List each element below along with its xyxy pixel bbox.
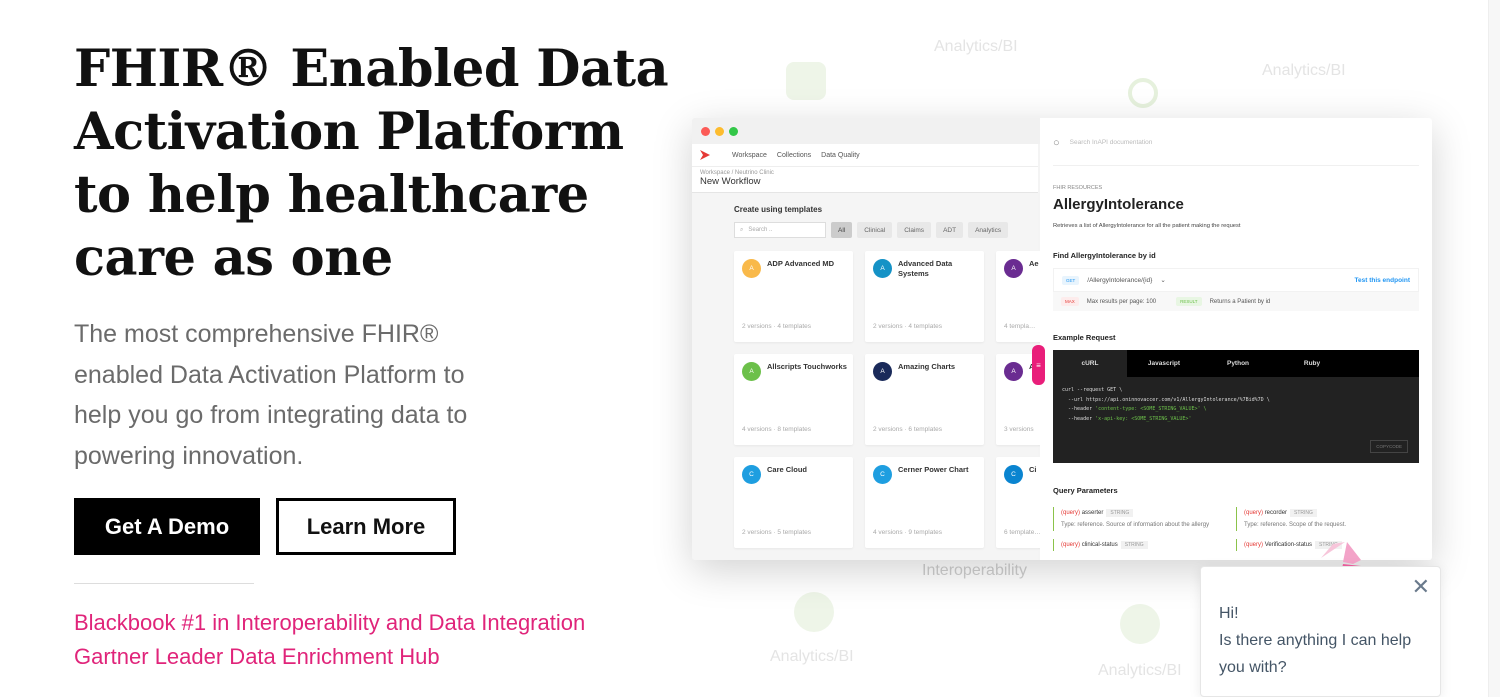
card-meta: 4 templa… <box>1004 323 1036 330</box>
template-card[interactable]: A ADP Advanced MD 2 versions · 4 templates <box>734 251 853 342</box>
chat-widget[interactable]: ✕ Hi! Is there anything I can help you wi… <box>1200 566 1441 697</box>
hero-subtitle: The most comprehensive FHIR® enabled Dat… <box>74 320 468 470</box>
filter-clinical[interactable]: Clinical <box>857 222 893 238</box>
hero: FHIR® Enabled Data Activation Platform t… <box>74 38 674 674</box>
result-text: Returns a Patient by id <box>1209 298 1271 305</box>
card-name: Allscripts Touchworks <box>767 362 847 371</box>
nav-data-quality[interactable]: Data Quality <box>821 152 860 159</box>
card-name: ADP Advanced MD <box>767 259 835 268</box>
tab-javascript[interactable]: Javascript <box>1127 350 1201 377</box>
close-icon[interactable]: ✕ <box>1412 576 1430 598</box>
card-meta: 4 versions · 9 templates <box>873 529 943 536</box>
filter-all[interactable]: All <box>831 222 853 238</box>
copy-code-button[interactable]: COPYCODE <box>1370 440 1408 453</box>
card-meta: 4 versions · 8 templates <box>742 426 812 433</box>
card-meta: 2 versions · 5 templates <box>742 529 812 536</box>
chevron-down-icon[interactable]: ⌄ <box>1160 276 1165 284</box>
filter-claims[interactable]: Claims <box>897 222 932 238</box>
endpoint-row[interactable]: GET /AllergyIntolerance/{id} ⌄ Test this … <box>1053 268 1419 292</box>
bg-icon <box>786 62 826 100</box>
minimize-dot <box>715 126 724 136</box>
template-card[interactable]: C Care Cloud 2 versions · 5 templates <box>734 457 853 548</box>
card-meta: 2 versions · 4 templates <box>742 323 812 330</box>
learn-more-button[interactable]: Learn More <box>276 498 456 555</box>
card-meta: 3 versions <box>1004 426 1034 433</box>
award-gartner: Gartner Leader Data Enrichment Hub <box>74 644 440 669</box>
query-param: (query) clinical-status STRING <box>1053 539 1236 551</box>
close-dot <box>701 126 710 136</box>
method-badge: GET <box>1062 275 1080 285</box>
app-mockup: Workspace Collections Data Quality Works… <box>692 118 1432 560</box>
result-badge: RESULT <box>1176 297 1202 306</box>
pie-icon <box>1120 604 1160 644</box>
app-logo <box>700 150 710 160</box>
page-title: New Workflow <box>700 176 761 187</box>
section-label: FHIR RESOURCES <box>1053 185 1103 191</box>
card-name: Cerner Power Chart <box>898 465 969 474</box>
nav-collections[interactable]: Collections <box>777 152 811 159</box>
find-title: Find AllergyIntolerance by id <box>1053 251 1156 260</box>
search-icon: ○ <box>1053 136 1060 149</box>
avatar: C <box>742 465 761 484</box>
avatar: A <box>742 362 761 381</box>
chat-message: Is there anything I can help you with? <box>1219 632 1412 676</box>
card-meta: 2 versions · 6 templates <box>873 426 943 433</box>
nav-workspace[interactable]: Workspace <box>732 152 767 159</box>
template-card[interactable]: A Advanced Data Systems 2 versions · 4 tem… <box>865 251 984 342</box>
test-endpoint-link[interactable]: Test this endpoint <box>1355 277 1411 284</box>
get-demo-button[interactable]: Get A Demo <box>74 498 260 555</box>
card-meta: 6 template… <box>1004 529 1041 536</box>
template-card[interactable]: C Cerner Power Chart 4 versions · 9 templa… <box>865 457 984 548</box>
resource-description: Retrieves a list of AllergyIntolerance f… <box>1053 223 1241 229</box>
params-title: Query Parameters <box>1053 486 1118 495</box>
code-block: cURL Javascript Python Ruby curl --reque… <box>1053 350 1419 463</box>
example-title: Example Request <box>1053 333 1116 342</box>
workflow-panel: Workspace Collections Data Quality Works… <box>692 144 1115 560</box>
tab-python[interactable]: Python <box>1201 350 1275 377</box>
max-text: Max results per page: 100 <box>1086 298 1157 305</box>
avatar: A <box>742 259 761 278</box>
card-name: Care Cloud <box>767 465 808 474</box>
template-card[interactable]: A Amazing Charts 2 versions · 6 templates <box>865 354 984 445</box>
bg-label: Analytics/BI <box>770 648 854 665</box>
card-meta: 2 versions · 4 templates <box>873 323 943 330</box>
card-name: Amazing Charts <box>898 362 956 371</box>
avatar: A <box>873 362 892 381</box>
bg-label: Analytics/BI <box>1098 662 1182 679</box>
hero-title: FHIR® Enabled Data Activation Platform t… <box>74 39 669 288</box>
query-param: (query) recorder STRING Type: reference. S… <box>1236 507 1419 531</box>
avatar: A <box>1004 362 1023 381</box>
refresh-icon <box>1128 78 1158 108</box>
section-title: Create using templates <box>734 205 823 214</box>
max-badge: MAX <box>1061 297 1079 306</box>
api-docs-panel: ○ Search InAPI documentation FHIR RESOURC… <box>1040 118 1432 560</box>
endpoint-path: /AllergyIntolerance/{id} <box>1087 276 1153 284</box>
scrollbar[interactable] <box>1488 0 1500 697</box>
filter-analytics[interactable]: Analytics <box>968 222 1009 238</box>
bg-label: Interoperability <box>922 562 1027 579</box>
divider <box>74 583 254 584</box>
resource-title: AllergyIntolerance <box>1053 196 1184 213</box>
docs-search-input[interactable]: ○ Search InAPI documentation <box>1053 120 1419 166</box>
filter-adt[interactable]: ADT <box>936 222 964 238</box>
tab-curl[interactable]: cURL <box>1053 350 1127 377</box>
query-param: (query) asserter STRING Type: reference. S… <box>1053 507 1236 531</box>
resize-handle[interactable]: ≡ <box>1032 345 1045 385</box>
award-blackbook: Blackbook #1 in Interoperability and Dat… <box>74 610 586 635</box>
avatar: A <box>873 259 892 278</box>
avatar: A <box>1004 259 1023 278</box>
code-text: curl --request GET \ --url https://api.o… <box>1062 387 1270 423</box>
maximize-dot <box>729 126 738 136</box>
tab-ruby[interactable]: Ruby <box>1275 350 1349 377</box>
bg-label: Analytics/BI <box>1262 62 1346 79</box>
avatar: C <box>1004 465 1023 484</box>
template-card[interactable]: A Allscripts Touchworks 4 versions · 8 tem… <box>734 354 853 445</box>
chat-greeting: Hi! <box>1219 605 1239 622</box>
bg-label: Analytics/BI <box>934 38 1018 55</box>
search-icon: ⌕ <box>740 226 744 233</box>
template-search-input[interactable]: ⌕ Search .. <box>734 222 826 238</box>
card-name: Advanced Data Systems <box>898 259 953 278</box>
avatar: C <box>873 465 892 484</box>
pie-icon <box>794 592 834 632</box>
